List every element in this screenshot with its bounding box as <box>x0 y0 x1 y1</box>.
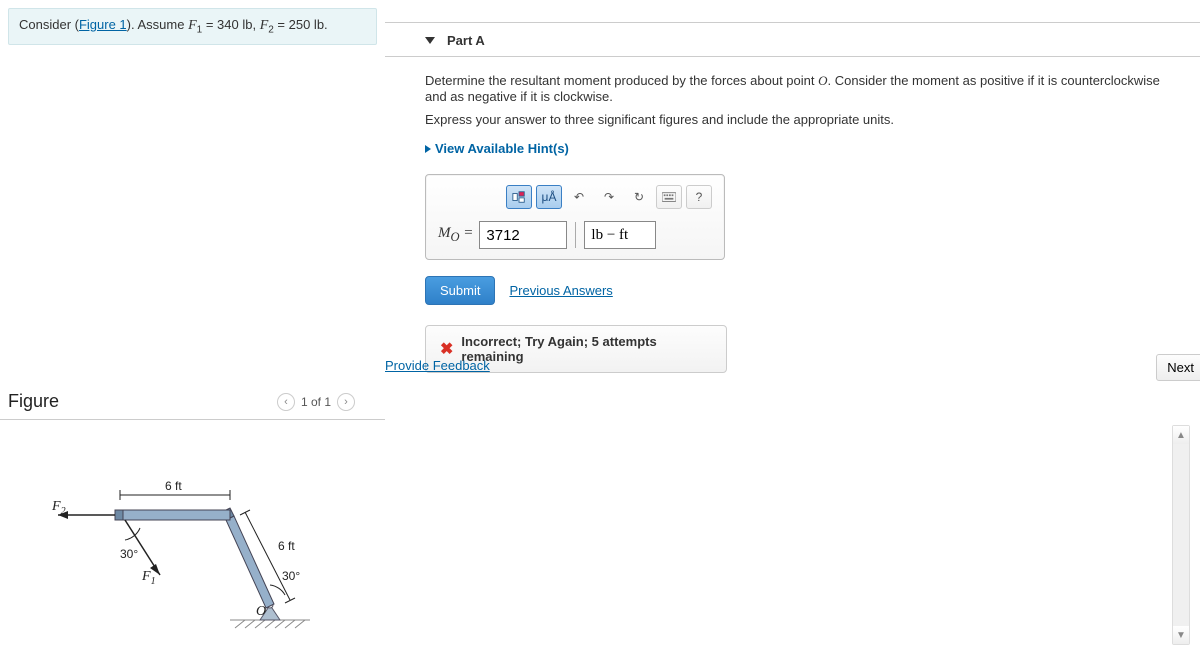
problem-statement: Consider (Figure 1). Assume F1 = 340 lb,… <box>8 8 377 45</box>
incorrect-icon: ✖ <box>440 339 453 359</box>
scroll-up-icon[interactable]: ▲ <box>1173 426 1189 444</box>
answer-units-input[interactable] <box>584 221 656 249</box>
prompt-1a: Determine the resultant moment produced … <box>425 73 818 88</box>
figure-scrollbar[interactable]: ▲ ▼ <box>1172 425 1190 645</box>
undo-button[interactable]: ↶ <box>566 185 592 209</box>
redo-button[interactable]: ↷ <box>596 185 622 209</box>
f2-eq: = 250 lb. <box>274 17 328 32</box>
f1-sym: F <box>188 18 197 33</box>
feedback-message: Incorrect; Try Again; 5 attempts remaini… <box>461 334 712 364</box>
figure-panel: Figure ‹ 1 of 1 › <box>0 390 385 650</box>
provide-feedback-link[interactable]: Provide Feedback <box>385 358 490 373</box>
view-hints-link[interactable]: View Available Hint(s) <box>425 141 569 156</box>
keyboard-icon <box>662 190 676 204</box>
svg-text:6 ft: 6 ft <box>165 479 182 493</box>
caret-down-icon <box>425 37 435 44</box>
figure-prev-button[interactable]: ‹ <box>277 393 295 411</box>
answer-toolbar: μÅ ↶ ↷ ↻ ? <box>438 185 712 209</box>
previous-answers-link[interactable]: Previous Answers <box>509 283 612 298</box>
scroll-down-icon[interactable]: ▼ <box>1173 626 1189 644</box>
units-button[interactable]: μÅ <box>536 185 562 209</box>
svg-text:6 ft: 6 ft <box>278 539 295 553</box>
figure-nav-text: 1 of 1 <box>301 395 331 409</box>
svg-text:30°: 30° <box>120 547 138 561</box>
hints-label: View Available Hint(s) <box>435 141 569 156</box>
triangle-right-icon <box>425 145 431 153</box>
figure-diagram: F2 F1 30° 30° 6 ft 6 ft O <box>20 440 330 650</box>
prompt-line-2: Express your answer to three significant… <box>425 112 1160 127</box>
help-button[interactable]: ? <box>686 185 712 209</box>
answer-value-input[interactable] <box>479 221 567 249</box>
templates-icon <box>512 190 526 204</box>
svg-text:F1: F1 <box>141 569 156 587</box>
prompt-line-1: Determine the resultant moment produced … <box>425 73 1160 104</box>
keyboard-button[interactable] <box>656 185 682 209</box>
figure-next-button[interactable]: › <box>337 393 355 411</box>
next-button[interactable]: Next <box>1156 354 1200 381</box>
submit-button[interactable]: Submit <box>425 276 495 305</box>
reset-button[interactable]: ↻ <box>626 185 652 209</box>
svg-text:O: O <box>256 604 266 619</box>
part-header[interactable]: Part A <box>385 22 1200 57</box>
templates-button[interactable] <box>506 185 532 209</box>
prompt-var-o: O <box>818 73 827 88</box>
f2-sym: F <box>260 18 269 33</box>
f1-eq: = 340 lb, <box>202 17 259 32</box>
answer-box: μÅ ↶ ↷ ↻ ? MO = <box>425 174 725 260</box>
figure-nav: ‹ 1 of 1 › <box>277 393 355 411</box>
figure-title: Figure <box>8 391 59 412</box>
problem-prefix: Consider ( <box>19 17 79 32</box>
answer-lhs: MO = <box>438 225 473 245</box>
problem-mid: ). Assume <box>127 17 188 32</box>
figure-link[interactable]: Figure 1 <box>79 17 127 32</box>
divider <box>575 222 576 248</box>
svg-text:30°: 30° <box>282 569 300 583</box>
part-title: Part A <box>447 33 485 48</box>
